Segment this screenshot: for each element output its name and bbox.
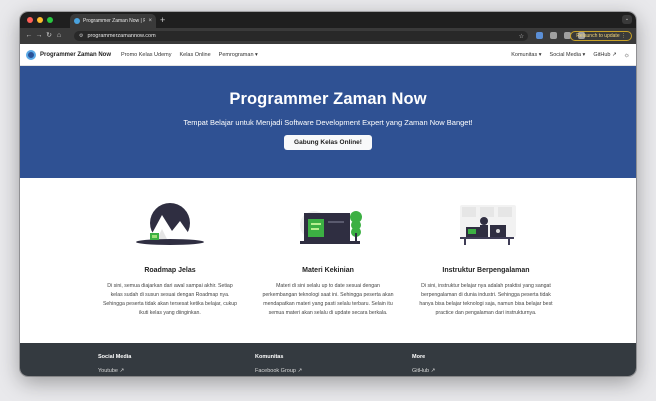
window-controls bbox=[27, 17, 53, 23]
browser-toolbar: ← → ↻ ⌂ ⚙ programmerzamannow.com ☆ Relau… bbox=[20, 28, 636, 44]
hero-subtitle: Tempat Belajar untuk Menjadi Software De… bbox=[183, 118, 473, 127]
feature-title: Instruktur Berpengalaman bbox=[442, 267, 530, 274]
brand-name[interactable]: Programmer Zaman Now bbox=[40, 52, 111, 58]
nav-dropdown-social-media[interactable]: Social Media ▾ bbox=[550, 52, 586, 58]
footer-heading: Komunitas bbox=[255, 354, 284, 360]
site-settings-icon[interactable]: ⚙ bbox=[79, 33, 83, 39]
nav-dropdown-komunitas[interactable]: Komunitas ▾ bbox=[511, 52, 541, 58]
nav-link-github[interactable]: GitHub ↗ bbox=[593, 52, 616, 58]
join-class-button[interactable]: Gabung Kelas Online! bbox=[284, 135, 372, 150]
browser-window: Programmer Zaman Now | Pro... × + ⌄ ← → … bbox=[20, 12, 636, 376]
footer-link-youtube[interactable]: Youtube ↗ bbox=[98, 368, 255, 374]
site-footer: Social Media Youtube ↗ Komunitas Faceboo… bbox=[20, 343, 636, 376]
footer-link-github[interactable]: GitHub ↗ bbox=[412, 368, 569, 374]
favicon-icon bbox=[74, 18, 80, 24]
back-icon[interactable]: ← bbox=[24, 28, 34, 44]
forward-icon[interactable]: → bbox=[34, 28, 44, 44]
feature-title: Materi Kekinian bbox=[302, 267, 354, 274]
new-tab-button[interactable]: + bbox=[160, 15, 165, 25]
nav-right-group: Komunitas ▾ Social Media ▾ GitHub ↗ ☼ bbox=[503, 44, 630, 66]
laptop-tree-illustration-icon bbox=[253, 201, 403, 247]
home-icon[interactable]: ⌂ bbox=[54, 28, 64, 44]
feature-text: Di sini, instruktur belajar nya adalah p… bbox=[419, 283, 553, 316]
theme-toggle-icon[interactable]: ☼ bbox=[624, 52, 630, 59]
reload-icon[interactable]: ↻ bbox=[44, 28, 54, 44]
tab-strip: Programmer Zaman Now | Pro... × + ⌄ bbox=[20, 12, 636, 28]
nav-dropdown-pemrograman[interactable]: Pemrograman ▾ bbox=[219, 52, 258, 58]
url-text: programmerzamannow.com bbox=[87, 33, 156, 39]
brand-logo-icon[interactable] bbox=[26, 49, 36, 60]
relaunch-button[interactable]: Relaunch to update ⋮ bbox=[570, 31, 632, 41]
feature-title: Roadmap Jelas bbox=[144, 267, 196, 274]
close-window-button[interactable] bbox=[27, 17, 33, 23]
bookmark-star-icon[interactable]: ☆ bbox=[519, 33, 524, 40]
minimize-window-button[interactable] bbox=[37, 17, 43, 23]
footer-heading: Social Media bbox=[98, 354, 132, 360]
extension-icon[interactable] bbox=[550, 32, 557, 39]
feature-card: Instruktur Berpengalaman Di sini, instru… bbox=[411, 201, 561, 343]
footer-column-social-media: Social Media Youtube ↗ bbox=[98, 354, 255, 376]
features-section: Roadmap Jelas Di sini, semua diajarkan d… bbox=[20, 178, 636, 343]
tab-title: Programmer Zaman Now | Pro... bbox=[83, 18, 146, 24]
nav-link-kelas-online[interactable]: Kelas Online bbox=[179, 52, 210, 58]
feature-text: Materi di sini selalu up to date sesuai … bbox=[262, 283, 394, 316]
site-navbar: Programmer Zaman Now Promo Kelas Udemy K… bbox=[20, 44, 636, 66]
footer-column-more: More GitHub ↗ bbox=[412, 354, 569, 376]
footer-heading: More bbox=[412, 354, 426, 360]
extension-icon[interactable] bbox=[536, 32, 543, 39]
close-tab-icon[interactable]: × bbox=[148, 18, 152, 24]
address-bar[interactable]: ⚙ programmerzamannow.com ☆ bbox=[74, 31, 528, 41]
footer-column-komunitas: Komunitas Facebook Group ↗ bbox=[255, 354, 412, 376]
hero-title: Programmer Zaman Now bbox=[229, 90, 427, 108]
browser-tab[interactable]: Programmer Zaman Now | Pro... × bbox=[70, 14, 156, 28]
nav-link-promo[interactable]: Promo Kelas Udemy bbox=[121, 52, 171, 58]
instructor-desk-illustration-icon bbox=[411, 201, 561, 247]
tab-search-button[interactable]: ⌄ bbox=[622, 15, 632, 24]
footer-link-facebook-group[interactable]: Facebook Group ↗ bbox=[255, 368, 412, 374]
feature-card: Roadmap Jelas Di sini, semua diajarkan d… bbox=[95, 201, 245, 343]
feature-card: Materi Kekinian Materi di sini selalu up… bbox=[253, 201, 403, 343]
hero-section: Programmer Zaman Now Tempat Belajar untu… bbox=[20, 66, 636, 178]
mountain-illustration-icon bbox=[95, 201, 245, 247]
maximize-window-button[interactable] bbox=[47, 17, 53, 23]
feature-text: Di sini, semua diajarkan dari awal sampa… bbox=[102, 283, 238, 316]
